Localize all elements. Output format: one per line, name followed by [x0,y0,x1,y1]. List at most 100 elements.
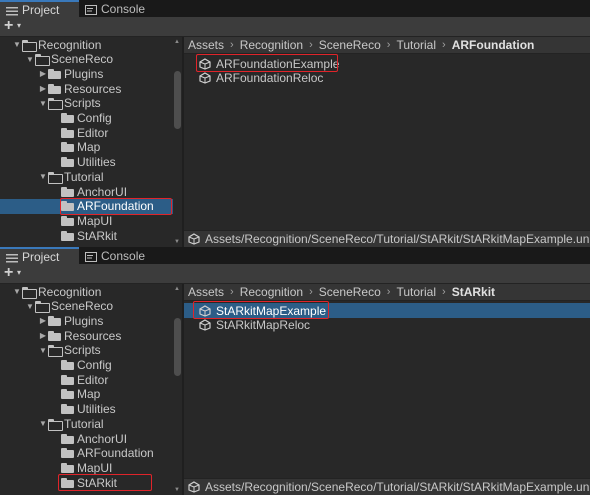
tab-console[interactable]: Console [79,247,159,264]
breadcrumb-item[interactable]: SceneReco [319,38,381,52]
tree-item-label: Utilities [77,155,116,170]
tree-item-label: Recognition [38,284,102,299]
tree-item-resources[interactable]: ▶ Resources [0,328,174,343]
tree-item-label: Plugins [64,66,104,81]
folder-open-icon [22,286,37,299]
tab-project[interactable]: Project [0,0,79,17]
expanded-arrow-icon[interactable]: ▼ [38,346,48,355]
tree-item-anchorui[interactable]: AnchorUI [0,184,174,199]
expanded-arrow-icon[interactable]: ▼ [12,40,22,49]
collapsed-arrow-icon[interactable]: ▶ [38,84,48,93]
tab-label: Project [22,249,60,264]
tree-item-scripts[interactable]: ▼ Scripts [0,96,174,111]
tree-item-arfoundation[interactable]: ARFoundation [0,446,174,461]
tree-item-map[interactable]: Map [0,140,174,155]
tab-console[interactable]: Console [79,0,159,17]
scrollbar-thumb[interactable] [174,318,181,376]
file-item[interactable]: ARFoundationReloc [184,71,590,86]
file-item[interactable]: StARkitMapReloc [184,318,590,333]
tab-project[interactable]: Project [0,247,79,264]
tree-item-label: StARkit [77,475,118,490]
tree-item-scripts[interactable]: ▼ Scripts [0,343,174,358]
tree-item-utilities[interactable]: Utilities [0,155,174,170]
tree-item-utilities[interactable]: Utilities [0,402,174,417]
breadcrumb-item[interactable]: Assets [188,285,224,299]
tree-item-plugins[interactable]: ▶ Plugins [0,313,174,328]
folder-icon [61,230,74,241]
tab-bar: Project Console [0,0,590,17]
tree-scrollbar[interactable]: ▲ ▼ [173,37,182,247]
status-bar: Assets/Recognition/SceneReco/Tutorial/St… [184,478,590,495]
expanded-arrow-icon[interactable]: ▼ [38,99,48,108]
breadcrumb-item[interactable]: Tutorial [396,38,436,52]
tree-item-resources[interactable]: ▶ Resources [0,81,174,96]
tree-item-anchorui[interactable]: AnchorUI [0,431,174,446]
folder-open-icon [35,54,50,67]
tree-item-plugins[interactable]: ▶ Plugins [0,66,174,81]
tree-item-scenereco[interactable]: ▼ SceneReco [0,52,174,67]
tree-item-label: Recognition [38,37,102,52]
chevron-down-icon[interactable]: ▾ [17,21,21,30]
file-item[interactable]: StARkitMapExample [184,303,590,318]
breadcrumb-item[interactable]: Assets [188,38,224,52]
tree-item-editor[interactable]: Editor [0,125,174,140]
expanded-arrow-icon[interactable]: ▼ [25,55,35,64]
scroll-down-icon[interactable]: ▼ [174,487,180,493]
tree-item-config[interactable]: Config [0,111,174,126]
folder-icon [61,215,74,226]
file-item-label: StARkitMapReloc [216,318,311,332]
tab-bar: Project Console [0,247,590,264]
breadcrumb-item[interactable]: Recognition [240,285,303,299]
tree-item-config[interactable]: Config [0,358,174,373]
add-button[interactable]: + [4,265,13,281]
tree-item-recognition[interactable]: ▼ Recognition [0,284,174,299]
tab-label: Project [22,2,60,17]
tree-item-starkit[interactable]: StARkit [0,475,174,490]
chevron-right-icon: › [309,286,313,298]
tree-item-arfoundation[interactable]: ARFoundation [0,198,174,214]
scrollbar-thumb[interactable] [174,71,181,129]
tree-scrollbar[interactable]: ▲ ▼ [173,284,182,495]
tree-item-starkit[interactable]: StARkit [0,228,174,243]
status-bar: Assets/Recognition/SceneReco/Tutorial/St… [184,230,590,247]
tree-item-map[interactable]: Map [0,387,174,402]
folder-icon [61,374,74,385]
tree-item-label: Scripts [64,343,101,358]
tree-item-label: SceneReco [51,299,114,314]
tree-item-label: SceneReco [51,52,114,67]
folder-icon [48,315,61,326]
tree-item-editor[interactable]: Editor [0,372,174,387]
breadcrumb-item[interactable]: StARkit [452,285,495,299]
breadcrumb-item[interactable]: Tutorial [396,285,436,299]
collapsed-arrow-icon[interactable]: ▶ [38,316,48,325]
scroll-down-icon[interactable]: ▼ [174,239,180,245]
chevron-down-icon[interactable]: ▾ [17,268,21,277]
expanded-arrow-icon[interactable]: ▼ [38,172,48,181]
tree-item-scenereco[interactable]: ▼ SceneReco [0,299,174,314]
breadcrumb-item[interactable]: Recognition [240,38,303,52]
breadcrumb-item[interactable]: ARFoundation [452,38,535,52]
add-button[interactable]: + [4,18,13,34]
console-icon [85,251,97,262]
collapsed-arrow-icon[interactable]: ▶ [38,69,48,78]
breadcrumb-item[interactable]: SceneReco [319,285,381,299]
project-content: ▼ Recognition ▼ SceneReco ▶ Plugins ▶ Resources… [0,37,590,247]
folder-icon [61,477,74,488]
tree-item-tutorial[interactable]: ▼ Tutorial [0,169,174,184]
tree-item-recognition[interactable]: ▼ Recognition [0,37,174,52]
expanded-arrow-icon[interactable]: ▼ [25,302,35,311]
expanded-arrow-icon[interactable]: ▼ [12,287,22,296]
folder-icon [61,389,74,400]
scroll-up-icon[interactable]: ▲ [174,39,180,45]
file-item[interactable]: ARFoundationExample [184,56,590,71]
folder-tree: ▼ Recognition ▼ SceneReco ▶ Plugins ▶ Resources… [0,284,182,495]
expanded-arrow-icon[interactable]: ▼ [38,419,48,428]
tree-item-label: MapUI [77,213,113,228]
tree-item-mapui[interactable]: MapUI [0,460,174,475]
tree-item-tutorial[interactable]: ▼ Tutorial [0,416,174,431]
collapsed-arrow-icon[interactable]: ▶ [38,331,48,340]
scroll-up-icon[interactable]: ▲ [174,286,180,292]
project-panel-bottom: Project Console + ▾ ▼ Recognition ▼ SceneRe… [0,247,590,495]
tree-item-mapui[interactable]: MapUI [0,213,174,228]
list-icon [6,5,18,15]
